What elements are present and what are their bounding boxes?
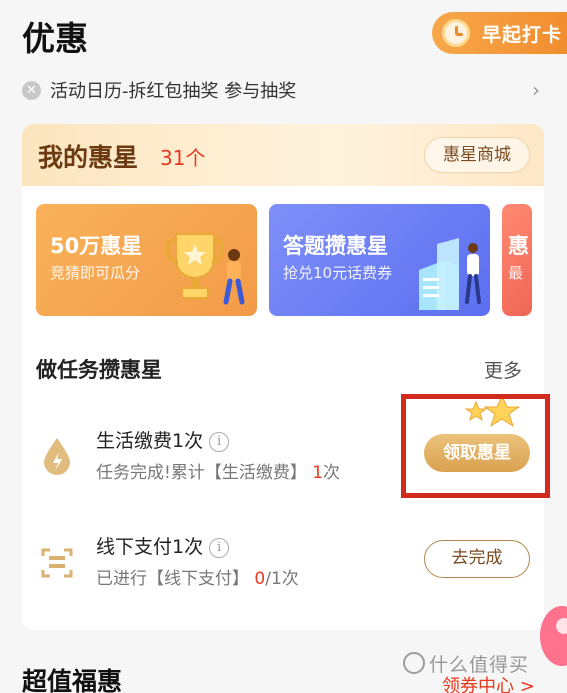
trophy-icon — [165, 233, 225, 299]
buildings-icon — [419, 238, 481, 310]
task-progress-count: 0 — [254, 569, 266, 589]
watermark: 什么值得买 — [403, 650, 529, 677]
banner-title: 50万惠星 — [50, 234, 143, 258]
watermark-text: 什么值得买 — [429, 654, 530, 676]
banner-guess[interactable]: 50万惠星 竞猜即可瓜分 — [36, 204, 257, 316]
scan-icon — [41, 548, 73, 578]
task-name: 线下支付1次 i — [96, 532, 230, 559]
stars-count: 31个 — [160, 146, 206, 170]
alarm-clock-icon — [442, 19, 470, 47]
section-title-deals: 超值福惠 — [22, 667, 123, 693]
info-icon[interactable]: i — [209, 538, 230, 558]
task-name: 生活缴费1次 i — [96, 426, 230, 453]
task-progress-text: 任务完成!累计【生活缴费】 — [96, 463, 313, 483]
stars-card: 我的惠星 31个 惠星商城 50万惠星 竞猜即可瓜分 答题攒惠星 抢兑10元话费… — [22, 124, 544, 630]
banner-title: 答题攒惠星 — [283, 234, 388, 258]
task-item-offline-payment: 线下支付1次 i 已进行【线下支付】 0/1次 去完成 — [22, 520, 544, 610]
stars-card-title: 我的惠星 — [38, 143, 139, 172]
page: 优惠 早起打卡 ✕ 活动日历-拆红包抽奖 参与抽奖 › 我的惠星 31个 惠星商… — [0, 0, 567, 693]
annotation-highlight-box — [401, 394, 550, 498]
banner-subtitle: 最 — [508, 264, 524, 282]
task-progress-count: 1 — [312, 463, 324, 483]
activity-notice-bar[interactable]: ✕ 活动日历-拆红包抽奖 参与抽奖 › — [22, 76, 544, 104]
task-progress: 任务完成!累计【生活缴费】 1次 — [96, 458, 340, 483]
watermark-logo-icon — [403, 652, 425, 674]
banner-third[interactable]: 惠 最 — [502, 204, 532, 316]
task-name-text: 生活缴费1次 — [96, 430, 204, 452]
drop-icon — [44, 438, 70, 475]
task-progress-text: 已进行【线下支付】 — [96, 569, 255, 589]
chevron-right-icon[interactable]: › — [532, 78, 540, 102]
banner-title: 惠 — [508, 234, 529, 258]
task-name-text: 线下支付1次 — [96, 536, 204, 558]
more-tasks-link[interactable]: 更多 — [484, 356, 522, 383]
close-icon[interactable]: ✕ — [22, 80, 41, 100]
person-figure-icon — [223, 249, 245, 305]
banner-subtitle: 抢兑10元话费券 — [283, 264, 393, 282]
go-complete-button[interactable]: 去完成 — [424, 540, 530, 578]
task-progress-unit: /1次 — [265, 569, 299, 589]
info-icon[interactable]: i — [209, 432, 230, 452]
promo-decoration-icon — [540, 606, 567, 666]
notice-text: 活动日历-拆红包抽奖 参与抽奖 — [50, 81, 297, 102]
stars-card-header: 我的惠星 31个 惠星商城 — [22, 124, 544, 186]
task-progress: 已进行【线下支付】 0/1次 — [96, 564, 299, 589]
page-title: 优惠 — [22, 19, 88, 58]
early-checkin-button[interactable]: 早起打卡 — [432, 12, 567, 54]
stars-mall-button[interactable]: 惠星商城 — [424, 137, 530, 173]
task-progress-unit: 次 — [323, 463, 341, 483]
checkin-label: 早起打卡 — [482, 23, 563, 46]
banner-subtitle: 竞猜即可瓜分 — [50, 264, 141, 282]
tasks-section-title: 做任务攒惠星 — [36, 358, 162, 382]
banner-quiz[interactable]: 答题攒惠星 抢兑10元话费券 — [269, 204, 490, 316]
